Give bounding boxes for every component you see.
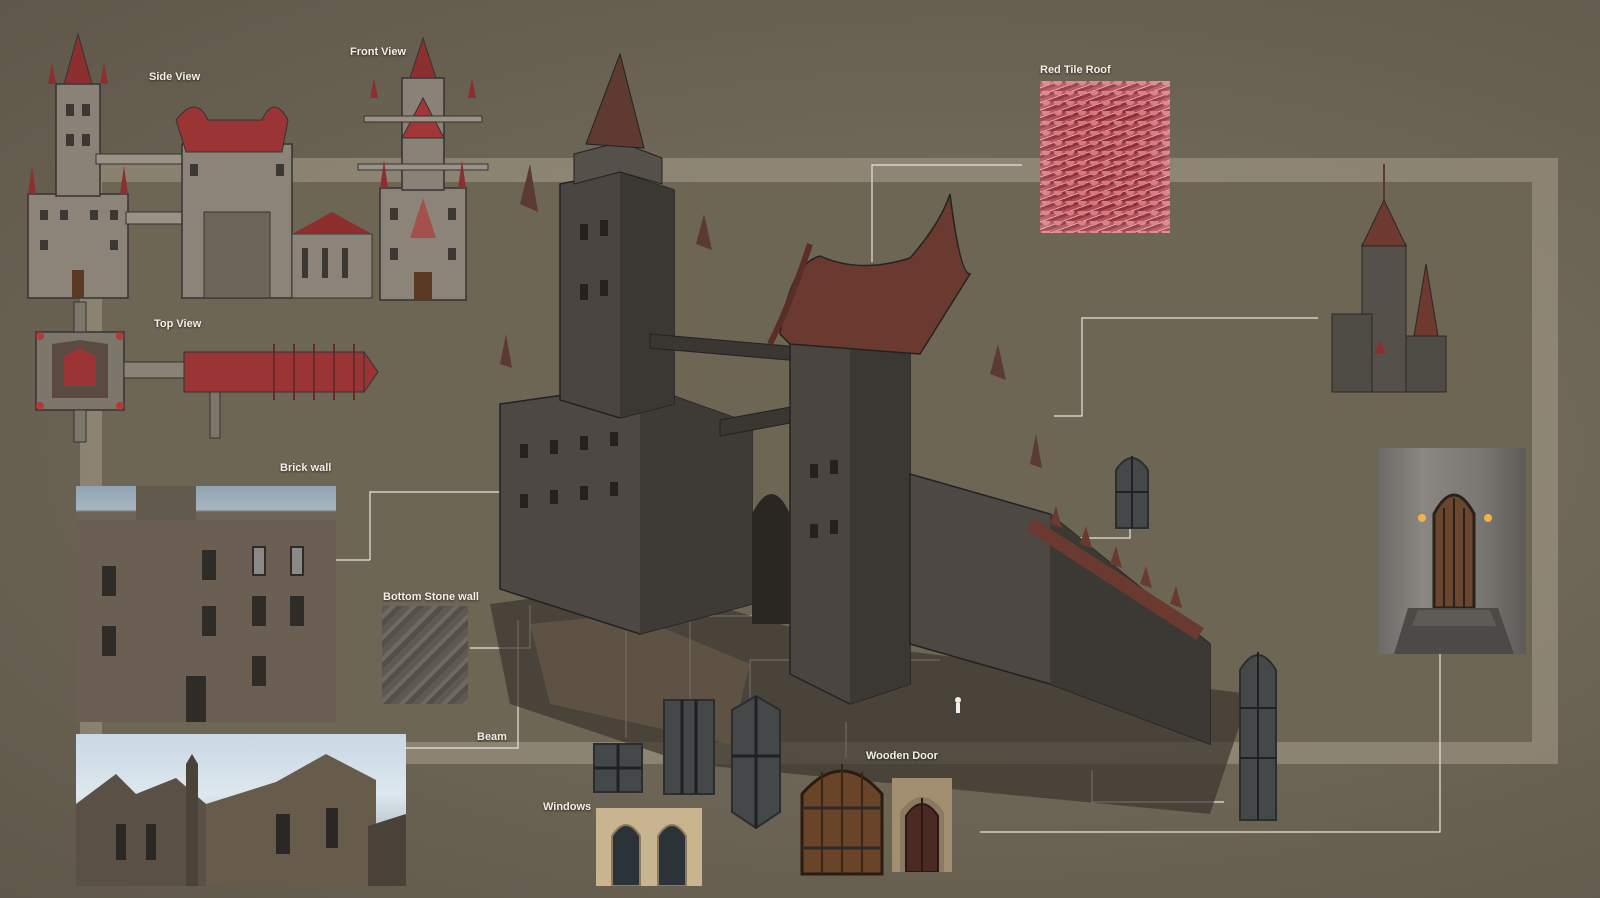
bottom-stone-wall-label: Bottom Stone wall [383,591,479,603]
brick-wall-label: Brick wall [280,462,332,474]
brick-wall-photo [76,486,336,722]
wooden-door-photo [892,778,952,872]
front-view-drawing [357,36,489,301]
gothic-window-small [1115,456,1149,529]
windows-label: Windows [543,801,592,813]
beam-photo [76,734,406,886]
gothic-window-tall [1239,652,1277,821]
side-view-drawing [27,32,373,299]
windows-photo [596,808,702,886]
bottom-stone-wall-photo [382,606,468,704]
top-view-drawing [35,301,379,443]
door-detail-render [1378,448,1526,654]
tower-detail-render [1331,164,1447,393]
wooden-door-shape [800,764,884,876]
